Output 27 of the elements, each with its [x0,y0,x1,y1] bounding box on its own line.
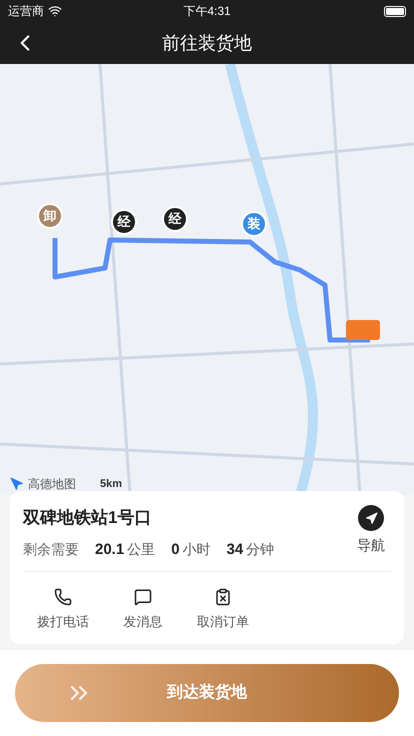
status-time: 下午4:31 [182,3,232,20]
navigation-arrow-icon [364,512,378,524]
wifi-icon [48,4,62,18]
map-scale: 5km [100,476,122,492]
metric-unit: 分钟 [246,540,274,558]
clipboard-x-icon [214,588,232,606]
action-button[interactable]: 发消息 [103,582,183,632]
page-title: 前往装货地 [162,32,252,54]
action-button[interactable]: 拨打电话 [23,582,103,632]
battery-icon [384,6,406,16]
metric-unit: 小时 [182,540,211,558]
truck-icon [346,320,380,340]
message-icon [134,588,152,606]
map-pin[interactable]: 经 [111,209,137,235]
action-button[interactable]: 取消订单 [183,582,263,632]
map-logo: 高德地图 [28,476,76,493]
navigate-button[interactable]: 导航 [357,505,385,556]
metric-value: 34 [226,540,244,560]
carrier-name: 运营商 [8,3,44,20]
destination-name: 双碑地铁站1号口 [23,507,152,529]
metric-value: 20.1 [95,540,124,560]
phone-icon [54,588,72,606]
map-view[interactable]: 卸 经 经 装 高德地图 5km [0,64,414,495]
metric-unit: 公里 [127,540,156,558]
metric-value: 0 [171,540,180,560]
remaining-label: 剩余需要 [23,540,79,558]
map-pin[interactable]: 经 [162,206,188,232]
